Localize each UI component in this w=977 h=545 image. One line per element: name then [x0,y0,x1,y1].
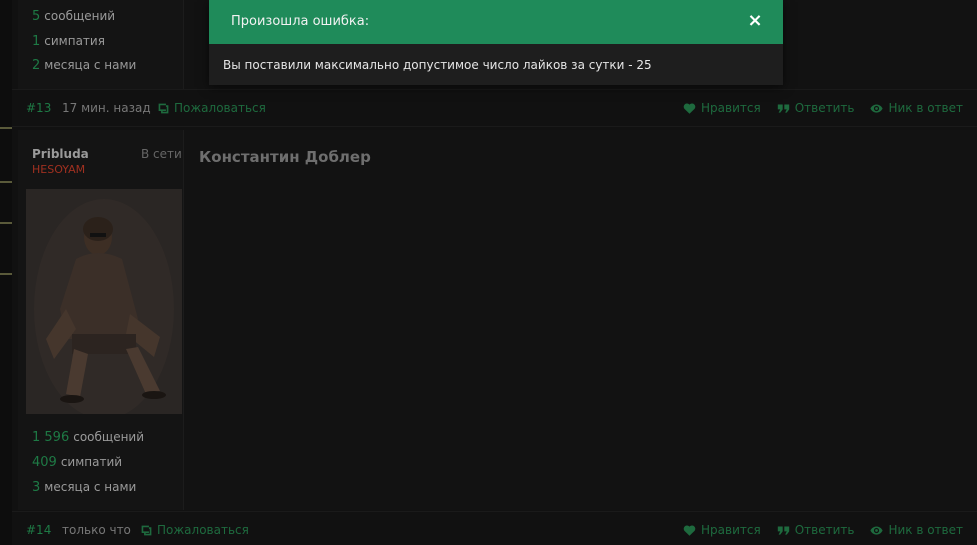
stat-number: 409 [32,455,57,470]
reply-label: Ответить [794,101,855,115]
nick-reply-label: Ник в ответ [888,523,963,537]
stat-label: симпатий [60,455,123,469]
post-actions: Нравится Ответить Ник в ответ [683,523,963,537]
heart-icon [683,102,696,114]
reply-button[interactable]: Ответить [777,101,855,115]
edge-mark [0,273,12,275]
stat-likes: 1 симпатия [32,34,105,49]
reply-label: Ответить [794,523,855,537]
like-label: Нравится [701,523,761,537]
stat-number: 1 596 [32,430,70,445]
report-icon [141,525,152,535]
stat-number: 1 [32,34,41,49]
nick-reply-button[interactable]: Ник в ответ [870,101,963,115]
edge-mark [0,222,12,224]
heart-icon [683,524,696,536]
stat-messages: 1 596 сообщений [32,430,144,445]
user-avatar[interactable] [26,189,182,414]
toast-header: Произошла ошибка: × [209,0,783,44]
stat-label: сообщений [44,9,116,23]
stat-number: 3 [32,480,41,495]
report-button[interactable]: Пожаловаться [140,523,249,537]
post-number-link[interactable]: #14 [26,523,51,537]
toast-message: Вы поставили максимально допустимое числ… [223,58,652,72]
post-body: Константин Доблер [183,130,977,510]
like-label: Нравится [701,101,761,115]
report-label: Пожаловаться [174,101,266,115]
stat-messages: 5 сообщений [32,9,115,24]
like-button[interactable]: Нравится [683,523,761,537]
report-label: Пожаловаться [157,523,249,537]
stat-label: симпатия [44,34,105,48]
report-button[interactable]: Пожаловаться [157,101,266,115]
post-sidebar: Pribluda В сети HESOYAM 1 596 сообщений … [18,130,183,510]
user-title: HESOYAM [32,163,86,176]
report-icon [158,103,169,113]
error-toast: Произошла ошибка: × Вы поставили максима… [209,0,783,85]
toast-title: Произошла ошибка: [231,14,370,29]
stat-membership: 3 месяца с нами [32,480,136,495]
post-footer-14: #14 только что Пожаловаться Нравится Отв… [12,511,977,545]
post-time: только что [62,523,131,537]
quote-icon [777,103,789,113]
like-button[interactable]: Нравится [683,101,761,115]
stat-label: месяца с нами [44,480,137,494]
post-actions: Нравится Ответить Ник в ответ [683,101,963,115]
edge-mark [0,127,12,129]
stat-number: 5 [32,9,41,24]
stat-likes: 409 симпатий [32,455,122,470]
eye-icon [870,103,884,113]
stat-membership: 2 месяца с нами [32,58,136,73]
edge-mark [0,181,12,183]
reply-button[interactable]: Ответить [777,523,855,537]
online-status: В сети [141,147,182,161]
eye-icon [870,525,884,535]
post-sidebar: 5 сообщений 1 симпатия 2 месяца с нами [18,0,183,90]
stat-label: сообщений [73,430,145,444]
stat-number: 2 [32,58,41,73]
avatar-image [26,189,182,414]
page-left-edge [0,0,12,545]
quote-icon [777,525,789,535]
stat-label: месяца с нами [44,58,137,72]
author-name-link[interactable]: Pribluda [32,147,89,161]
post-14: Pribluda В сети HESOYAM 1 596 сообщений … [12,130,977,510]
nick-reply-button[interactable]: Ник в ответ [870,523,963,537]
post-footer-13: #13 17 мин. назад Пожаловаться Нравится … [12,89,977,127]
post-number-link[interactable]: #13 [26,101,51,115]
post-time: 17 мин. назад [62,101,151,115]
post-content-text: Константин Доблер [199,148,371,166]
close-icon[interactable]: × [747,11,763,31]
nick-reply-label: Ник в ответ [888,101,963,115]
